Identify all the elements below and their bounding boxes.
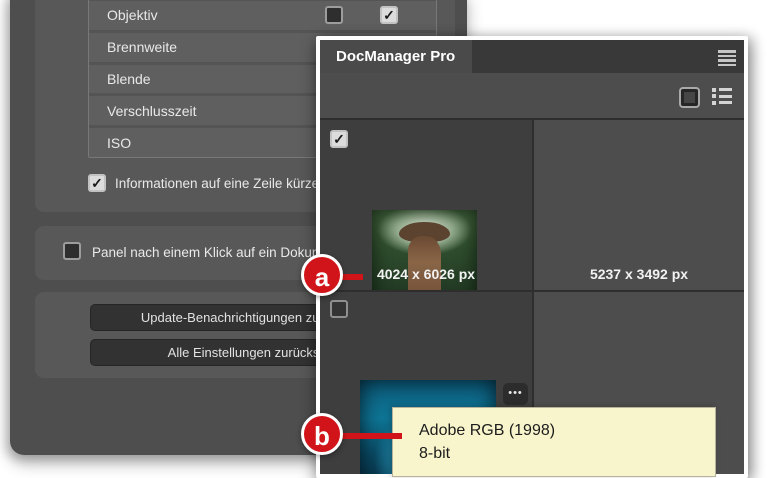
more-options-button[interactable]: ••• — [503, 383, 528, 405]
panel-menu-icon[interactable] — [718, 50, 736, 66]
color-profile-tooltip: Adobe RGB (1998) 8-bit — [392, 407, 716, 477]
objektiv-checkbox-1[interactable] — [325, 6, 343, 24]
document-2-dimensions: 5237 x 3492 px — [589, 266, 689, 282]
document-cell-2[interactable]: 5237 x 3492 px — [534, 120, 744, 290]
objektiv-checkbox-2[interactable]: ✓ — [380, 6, 398, 24]
document-3-checkbox[interactable] — [330, 300, 348, 318]
list-item-label: ISO — [107, 134, 132, 151]
list-item-label: Verschlusszeit — [107, 102, 197, 119]
panel-close-checkbox[interactable] — [63, 242, 81, 260]
tab-strip: DocManager Pro — [320, 40, 744, 73]
callout-badge-b: b — [301, 413, 343, 455]
shorten-info-checkbox[interactable]: ✓ — [88, 174, 106, 192]
grid-row-divider — [320, 290, 744, 292]
list-view-icon[interactable] — [712, 87, 732, 107]
panel-close-label: Panel nach einem Klick auf ein Dokum — [92, 245, 324, 260]
list-item-label: Brennweite — [107, 39, 178, 56]
select-all-checkbox-icon[interactable] — [679, 87, 700, 108]
tab-docmanager-pro[interactable]: DocManager Pro — [320, 40, 472, 73]
list-item-label: Objektiv — [107, 7, 158, 24]
callout-badge-a: a — [301, 254, 343, 296]
document-1-checkbox[interactable]: ✓ — [330, 130, 348, 148]
toolbar — [320, 73, 744, 120]
list-item-objektiv[interactable]: Objektiv ✓ — [89, 1, 436, 30]
list-item-label: Blende — [107, 70, 151, 87]
shorten-info-label: Informationen auf eine Zeile kürzen — [115, 176, 327, 191]
tooltip-color-profile: Adobe RGB (1998) — [419, 422, 556, 439]
tooltip-bit-depth: 8-bit — [419, 445, 451, 462]
document-cell-1[interactable]: ✓ 4024 x 6026 px — [320, 120, 532, 342]
